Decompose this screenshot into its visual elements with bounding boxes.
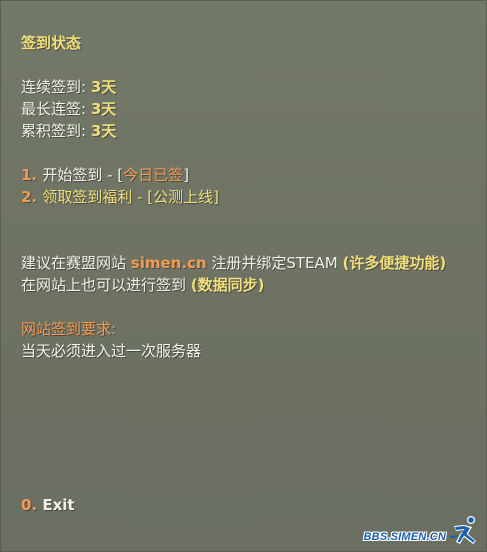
advice-line-2-prefix: 在网站上也可以进行签到 (21, 276, 191, 294)
runner-icon (450, 516, 476, 544)
menu-option-exit[interactable]: 0. Exit (21, 494, 75, 516)
advice-mid: 注册并绑定STEAM (206, 254, 343, 272)
menu-title: 签到状态 (21, 34, 82, 52)
logo-text: BBS.SIMEN.CN (363, 531, 446, 543)
menu-option-1-key: 1. (21, 166, 43, 184)
advice-site-link: simen.cn (130, 254, 207, 272)
requirement-title: 网站签到要求: (21, 320, 117, 338)
menu-option-1-status: 今日已签 (123, 166, 184, 184)
menu-option-2-text: 领取签到福利 - [公测上线] (42, 188, 220, 206)
simen-logo: BBS.SIMEN.CN (364, 514, 482, 548)
menu-option-1[interactable]: 1. 开始签到 - [今日已签] (21, 164, 189, 186)
stat-total: 累积签到: 3天 (21, 120, 116, 142)
exit-label: Exit (42, 496, 75, 514)
advice-extra: (许多便捷功能) (342, 254, 447, 272)
menu-option-1-end: ] (183, 166, 190, 184)
advice-line-1: 建议在赛盟网站 simen.cn 注册并绑定STEAM (许多便捷功能) (21, 252, 446, 274)
stat-total-label: 累积签到: (21, 122, 91, 140)
menu-option-2[interactable]: 2. 领取签到福利 - [公测上线] (21, 186, 219, 208)
advice-line-2: 在网站上也可以进行签到 (数据同步) (21, 274, 265, 296)
advice-prefix: 建议在赛盟网站 (21, 254, 131, 272)
stat-total-value: 3天 (90, 122, 117, 140)
stat-longest: 最长连签: 3天 (21, 98, 116, 120)
exit-key: 0. (21, 496, 43, 514)
menu-option-2-key: 2. (21, 188, 43, 206)
stat-consecutive-label: 连续签到: (21, 78, 91, 96)
stat-consecutive-value: 3天 (90, 78, 117, 96)
stat-consecutive: 连续签到: 3天 (21, 76, 116, 98)
stat-longest-value: 3天 (90, 100, 117, 118)
advice-line-2-extra: (数据同步) (190, 276, 265, 294)
menu-option-1-text: 开始签到 - [ (42, 166, 124, 184)
game-menu-panel: 签到状态 连续签到: 3天 最长连签: 3天 累积签到: 3天 1. 开始签到 … (0, 0, 487, 552)
requirement-text: 当天必须进入过一次服务器 (21, 342, 202, 360)
stat-longest-label: 最长连签: (21, 100, 91, 118)
